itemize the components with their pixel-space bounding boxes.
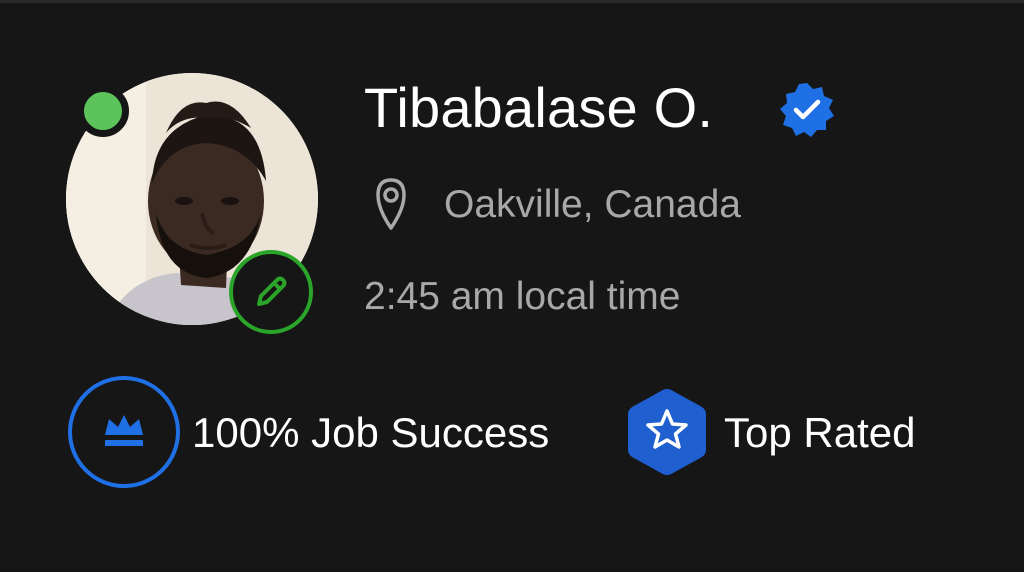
job-success-badge-label: 100% Job Success <box>192 409 550 456</box>
location-text: Oakville, Canada <box>444 183 741 226</box>
online-status-dot <box>77 85 129 137</box>
pencil-icon <box>257 276 287 306</box>
edit-photo-button[interactable] <box>229 250 313 334</box>
map-pin-icon <box>376 178 406 230</box>
star-hexagon-icon <box>628 389 706 475</box>
avatar-container <box>66 73 318 334</box>
top-rated-badge-label: Top Rated <box>724 409 916 456</box>
local-time-text: 2:45 am local time <box>364 275 681 318</box>
verified-badge-icon <box>780 83 834 137</box>
profile-card: Tibabalase O. Oakville, Canada 2:45 am l… <box>0 0 1024 572</box>
crown-icon <box>68 376 180 488</box>
profile-name: Tibabalase O. <box>364 76 714 139</box>
